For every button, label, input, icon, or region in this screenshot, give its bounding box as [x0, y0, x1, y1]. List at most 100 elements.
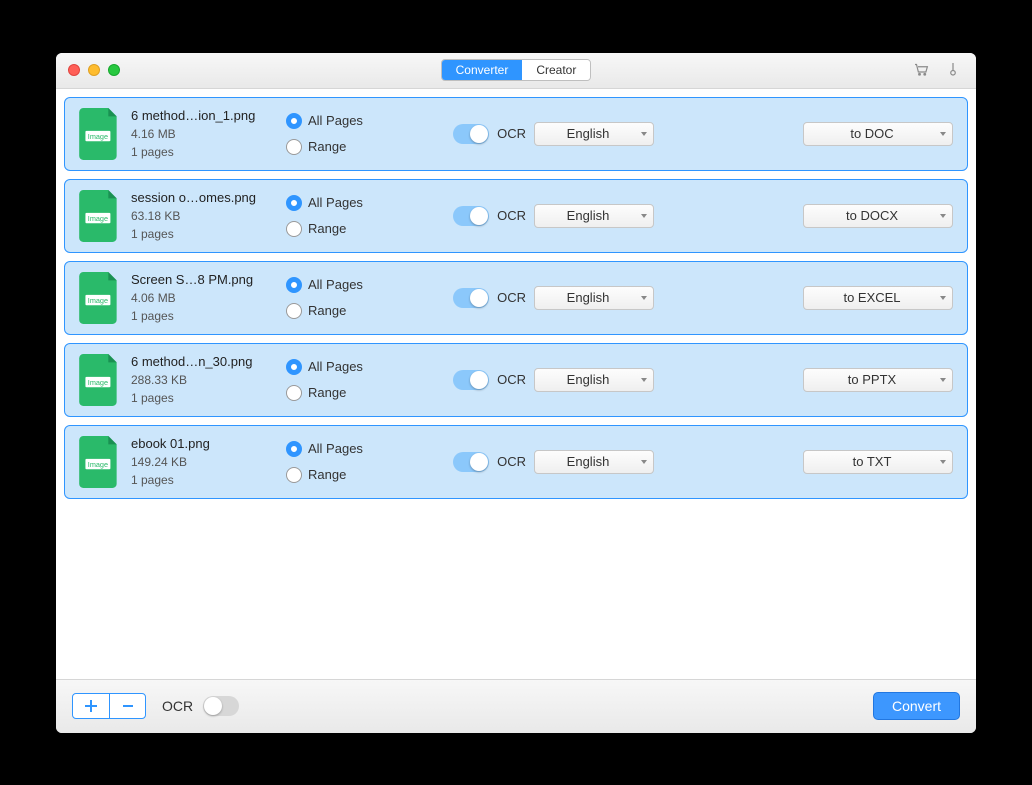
ocr-column: OCR	[416, 452, 526, 472]
output-format-column: to DOCX	[803, 204, 953, 228]
radio-on-icon	[286, 277, 302, 293]
chevron-down-icon	[641, 214, 647, 218]
output-format-column: to DOC	[803, 122, 953, 146]
file-info: 6 method…ion_1.png 4.16 MB 1 pages	[131, 108, 286, 159]
tab-converter[interactable]: Converter	[442, 60, 523, 80]
global-ocr-control: OCR	[162, 696, 239, 716]
output-format-column: to TXT	[803, 450, 953, 474]
page-selection: All Pages Range	[286, 277, 416, 319]
radio-off-icon	[286, 467, 302, 483]
radio-label: All Pages	[308, 359, 363, 374]
chevron-down-icon	[940, 214, 946, 218]
window-controls	[68, 64, 120, 76]
format-dropdown[interactable]: to TXT	[803, 450, 953, 474]
format-dropdown[interactable]: to DOCX	[803, 204, 953, 228]
tab-creator[interactable]: Creator	[522, 60, 590, 80]
dropdown-value: English	[567, 290, 610, 305]
file-pages: 1 pages	[131, 391, 286, 405]
global-ocr-label: OCR	[162, 698, 193, 714]
chevron-down-icon	[940, 378, 946, 382]
image-file-icon: Image	[79, 108, 121, 160]
close-window-icon[interactable]	[68, 64, 80, 76]
thermometer-icon[interactable]	[944, 60, 962, 81]
radio-range[interactable]: Range	[286, 221, 416, 237]
radio-off-icon	[286, 221, 302, 237]
file-pages: 1 pages	[131, 227, 286, 241]
chevron-down-icon	[641, 460, 647, 464]
language-dropdown[interactable]: English	[534, 204, 654, 228]
dropdown-value: to TXT	[853, 454, 892, 469]
dropdown-value: to DOC	[850, 126, 893, 141]
radio-all-pages[interactable]: All Pages	[286, 195, 416, 211]
radio-label: All Pages	[308, 195, 363, 210]
image-file-icon: Image	[79, 190, 121, 242]
svg-text:Image: Image	[88, 296, 108, 305]
file-row[interactable]: Image session o…omes.png 63.18 KB 1 page…	[64, 179, 968, 253]
ocr-toggle[interactable]	[453, 124, 489, 144]
radio-range[interactable]: Range	[286, 139, 416, 155]
cart-icon[interactable]	[912, 60, 930, 81]
svg-text:Image: Image	[88, 378, 108, 387]
radio-label: All Pages	[308, 277, 363, 292]
ocr-toggle[interactable]	[453, 288, 489, 308]
file-size: 288.33 KB	[131, 373, 286, 387]
radio-label: Range	[308, 139, 346, 154]
language-column: English	[534, 368, 654, 392]
language-dropdown[interactable]: English	[534, 368, 654, 392]
zoom-window-icon[interactable]	[108, 64, 120, 76]
add-file-button[interactable]	[73, 694, 109, 718]
ocr-column: OCR	[416, 288, 526, 308]
svg-text:Image: Image	[88, 132, 108, 141]
image-file-icon: Image	[79, 354, 121, 406]
radio-all-pages[interactable]: All Pages	[286, 277, 416, 293]
ocr-toggle[interactable]	[453, 370, 489, 390]
chevron-down-icon	[940, 296, 946, 300]
global-ocr-toggle[interactable]	[203, 696, 239, 716]
convert-button[interactable]: Convert	[873, 692, 960, 720]
output-format-column: to PPTX	[803, 368, 953, 392]
file-row[interactable]: Image ebook 01.png 149.24 KB 1 pages All…	[64, 425, 968, 499]
radio-off-icon	[286, 385, 302, 401]
file-info: ebook 01.png 149.24 KB 1 pages	[131, 436, 286, 487]
output-format-column: to EXCEL	[803, 286, 953, 310]
page-selection: All Pages Range	[286, 113, 416, 155]
radio-all-pages[interactable]: All Pages	[286, 359, 416, 375]
chevron-down-icon	[641, 132, 647, 136]
language-dropdown[interactable]: English	[534, 122, 654, 146]
minimize-window-icon[interactable]	[88, 64, 100, 76]
remove-file-button[interactable]	[109, 694, 145, 718]
language-dropdown[interactable]: English	[534, 286, 654, 310]
dropdown-value: to DOCX	[846, 208, 898, 223]
ocr-toggle[interactable]	[453, 206, 489, 226]
ocr-label: OCR	[497, 372, 526, 387]
radio-range[interactable]: Range	[286, 467, 416, 483]
chevron-down-icon	[641, 378, 647, 382]
dropdown-value: English	[567, 126, 610, 141]
format-dropdown[interactable]: to DOC	[803, 122, 953, 146]
radio-off-icon	[286, 303, 302, 319]
radio-range[interactable]: Range	[286, 385, 416, 401]
ocr-label: OCR	[497, 290, 526, 305]
bottom-bar: OCR Convert	[56, 679, 976, 733]
language-dropdown[interactable]: English	[534, 450, 654, 474]
format-dropdown[interactable]: to EXCEL	[803, 286, 953, 310]
radio-all-pages[interactable]: All Pages	[286, 113, 416, 129]
image-file-icon: Image	[79, 272, 121, 324]
ocr-toggle[interactable]	[453, 452, 489, 472]
file-pages: 1 pages	[131, 309, 286, 323]
toggle-knob	[470, 371, 488, 389]
dropdown-value: to PPTX	[848, 372, 896, 387]
radio-range[interactable]: Range	[286, 303, 416, 319]
file-row[interactable]: Image 6 method…ion_1.png 4.16 MB 1 pages…	[64, 97, 968, 171]
file-size: 4.06 MB	[131, 291, 286, 305]
add-remove-control	[72, 693, 146, 719]
chevron-down-icon	[940, 132, 946, 136]
file-info: 6 method…n_30.png 288.33 KB 1 pages	[131, 354, 286, 405]
radio-off-icon	[286, 139, 302, 155]
file-row[interactable]: Image Screen S…8 PM.png 4.06 MB 1 pages …	[64, 261, 968, 335]
format-dropdown[interactable]: to PPTX	[803, 368, 953, 392]
language-column: English	[534, 204, 654, 228]
radio-on-icon	[286, 441, 302, 457]
file-row[interactable]: Image 6 method…n_30.png 288.33 KB 1 page…	[64, 343, 968, 417]
radio-all-pages[interactable]: All Pages	[286, 441, 416, 457]
